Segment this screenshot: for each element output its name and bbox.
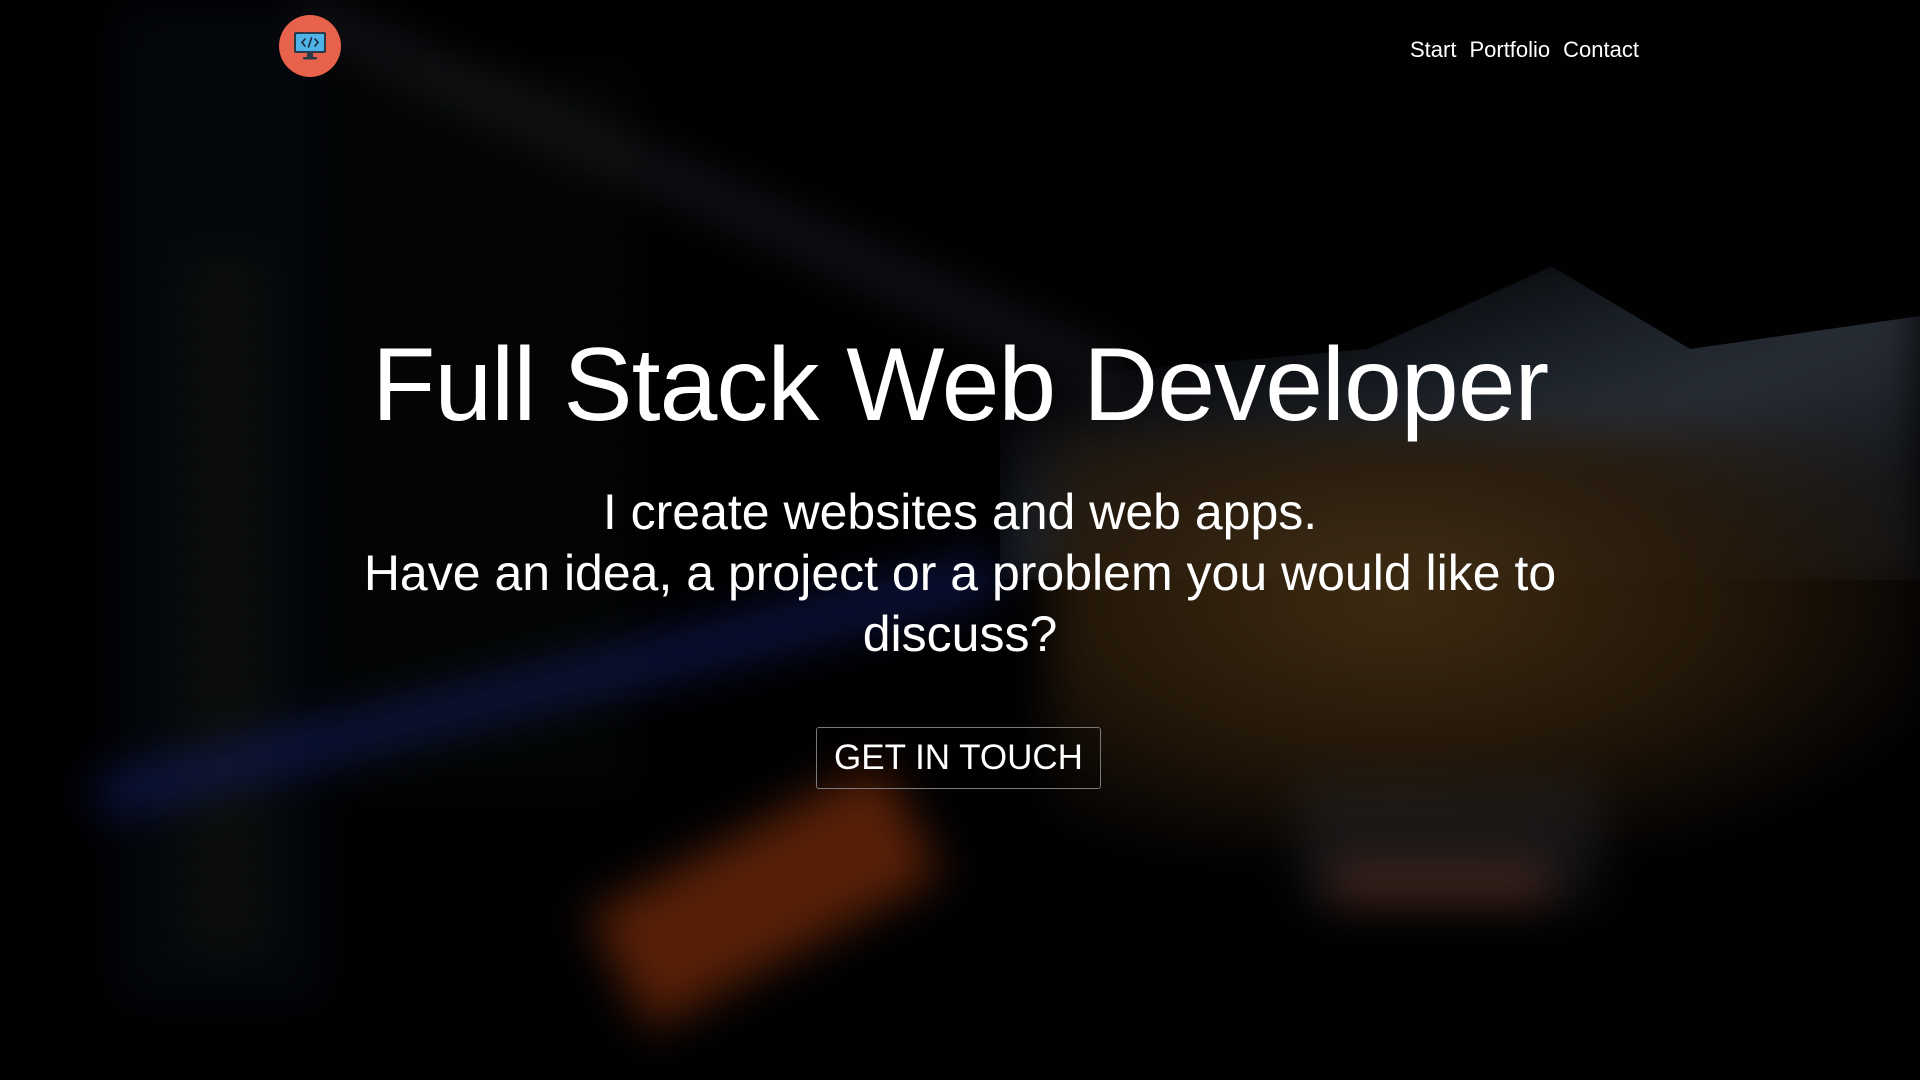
nav-contact-link[interactable]: Contact xyxy=(1563,36,1639,64)
get-in-touch-button[interactable]: GET IN TOUCH xyxy=(816,727,1101,789)
hero-title: Full Stack Web Developer xyxy=(371,327,1549,443)
page: Start Portfolio Contact Full Stack Web D… xyxy=(0,0,1920,1080)
nav-start-link[interactable]: Start xyxy=(1410,36,1456,64)
nav-portfolio-link[interactable]: Portfolio xyxy=(1469,36,1550,64)
hero-subtitle: I create websites and web apps. Have an … xyxy=(330,482,1590,665)
hero-subtitle-line: I create websites and web apps. xyxy=(602,484,1318,540)
hero-subtitle-line: Have an idea, a project or a problem you… xyxy=(363,545,1557,662)
monitor-code-icon xyxy=(294,32,326,60)
logo-button[interactable] xyxy=(279,15,341,77)
main-nav: Start Portfolio Contact xyxy=(1410,36,1639,64)
